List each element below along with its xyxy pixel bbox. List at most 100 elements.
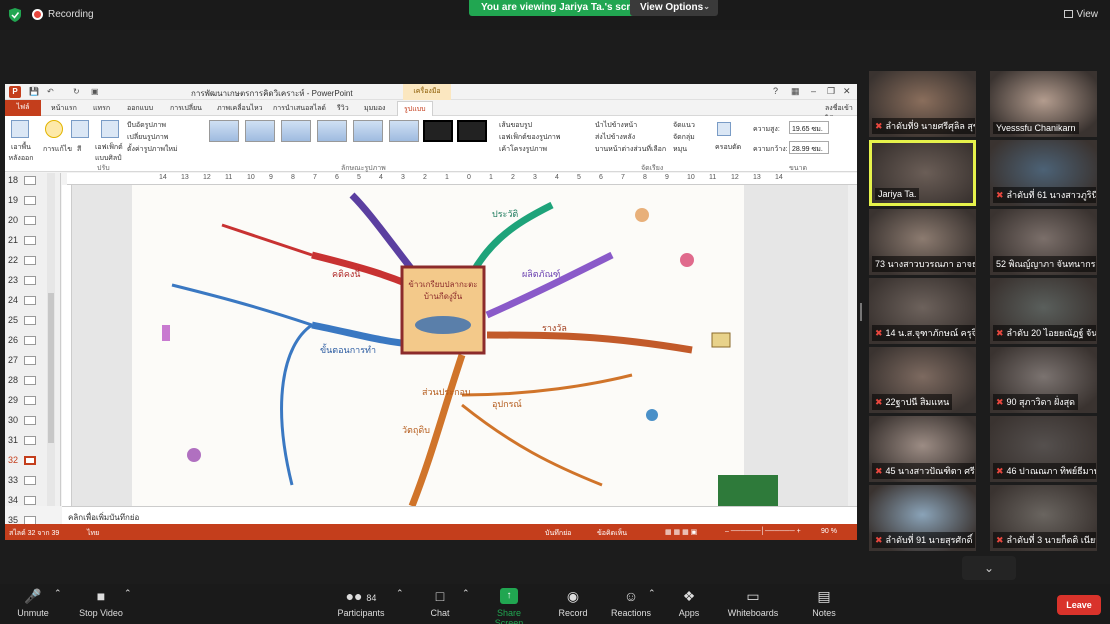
video-options-caret[interactable]: ⌃ xyxy=(124,588,132,599)
participant-tile[interactable]: ✖46 ปาณณภา ทิพย์ธีมาน... xyxy=(990,416,1097,482)
picture-style-1[interactable] xyxy=(209,120,239,142)
unmute-button[interactable]: 🎤 Unmute xyxy=(14,588,52,618)
compress-pictures[interactable]: บีบอัดรูปภาพ xyxy=(127,120,166,131)
tab-insert[interactable]: แทรก xyxy=(93,103,110,114)
participant-tile[interactable]: 73 นางสาวบวรณภา อาจธรรม xyxy=(869,209,976,275)
tab-view[interactable]: มุมมอง xyxy=(364,103,385,114)
participant-tile[interactable]: 52 พิณญ์ญาภา จันทนากรณ์ xyxy=(990,209,1097,275)
notes-button[interactable]: ▤ Notes xyxy=(810,588,838,618)
ribbon-display-icon[interactable]: ▦ xyxy=(791,86,800,97)
width-field[interactable]: 28.99 ซม. xyxy=(789,141,829,154)
picture-style-6[interactable] xyxy=(389,120,419,142)
corrections-label[interactable]: การแก้ไข xyxy=(43,144,72,155)
language-indicator[interactable]: ไทย xyxy=(87,528,99,539)
participants-options-caret[interactable]: ⌃ xyxy=(396,588,404,599)
picture-layout[interactable]: เค้าโครงรูปภาพ xyxy=(499,144,547,155)
undo-icon[interactable]: ↶ xyxy=(47,87,54,96)
stop-video-button[interactable]: ■ Stop Video xyxy=(76,588,126,618)
picture-style-5[interactable] xyxy=(353,120,383,142)
audio-options-caret[interactable]: ⌃ xyxy=(54,588,62,599)
panel-splitter-handle[interactable] xyxy=(860,303,862,321)
crop-label[interactable]: ครอบตัด xyxy=(715,142,741,153)
artistic-effects-label[interactable]: เอฟเฟ็กต์แบบศิลป์ xyxy=(95,142,125,164)
tab-animations[interactable]: ภาพเคลื่อนไหว xyxy=(217,103,263,114)
picture-border[interactable]: เส้นขอบรูป xyxy=(499,120,532,131)
change-picture[interactable]: เปลี่ยนรูปภาพ xyxy=(127,132,168,143)
picture-style-8[interactable] xyxy=(457,120,487,142)
view-options-button[interactable]: View Options ⌄ xyxy=(630,0,718,16)
close-icon[interactable]: ✕ xyxy=(843,86,851,97)
tab-home[interactable]: หน้าแรก xyxy=(51,103,77,114)
remove-background-label[interactable]: เอาพื้นหลังออก xyxy=(7,142,35,164)
redo-icon[interactable]: ↻ xyxy=(73,87,80,96)
mindmap-image[interactable]: ข้าวเกรียบปลากะตะ บ้านกีดงูงึ่น ประวัติ … xyxy=(132,185,744,506)
participant-tile[interactable]: ✖ลำดับ 20 ไอยยณัฏฐ์ จันท... xyxy=(990,278,1097,344)
tab-transitions[interactable]: การเปลี่ยน xyxy=(170,103,202,114)
chat-options-caret[interactable]: ⌃ xyxy=(462,588,470,599)
notes-pane[interactable]: คลิกเพื่อเพิ่มบันทึกย่อ xyxy=(62,506,857,524)
participant-tile[interactable]: ✖ 22ฐาปนี สิมแหน xyxy=(869,347,976,413)
leave-button[interactable]: Leave xyxy=(1057,595,1101,615)
picture-style-7[interactable] xyxy=(423,120,453,142)
slide-number: 23 xyxy=(8,275,19,285)
align[interactable]: จัดแนว xyxy=(673,120,695,131)
zoom-slider[interactable]: – ──────│────── + xyxy=(725,528,801,535)
thumbnail-scrollbar[interactable] xyxy=(47,173,55,506)
participant-tile[interactable]: Jariya Ta. xyxy=(869,140,976,206)
participant-tile[interactable]: ✖ 14 น.ส.จุฑาภักษณ์ ครุจิต xyxy=(869,278,976,344)
restore-icon[interactable]: ❐ xyxy=(827,86,835,97)
rotate[interactable]: หมุน xyxy=(673,144,687,155)
reset-picture[interactable]: ตั้งค่ารูปภาพใหม่ xyxy=(127,144,178,155)
selection-pane[interactable]: บานหน้าต่างส่วนที่เลือก xyxy=(595,144,666,155)
picture-effects[interactable]: เอฟเฟ็กต์ของรูปภาพ xyxy=(499,132,560,143)
share-screen-button[interactable]: ↑ Share Screen xyxy=(482,588,536,624)
view-button[interactable]: View xyxy=(1063,9,1098,20)
participant-tile[interactable]: Yvesssfu Chanikarn xyxy=(990,71,1097,137)
zoom-level[interactable]: 90 % xyxy=(821,528,837,535)
whiteboards-button[interactable]: ▭ Whiteboards xyxy=(726,588,780,618)
tab-file[interactable]: ไฟล์ xyxy=(5,100,41,116)
record-button[interactable]: ◉ Record xyxy=(556,588,590,618)
participant-tile[interactable]: ✖ลำดับที่9 นายศรีศุลิล สุขส... xyxy=(869,71,976,137)
reactions-options-caret[interactable]: ⌃ xyxy=(648,588,656,599)
slide-scrollbar[interactable] xyxy=(848,185,857,506)
picture-style-2[interactable] xyxy=(245,120,275,142)
tab-review[interactable]: รีวิว xyxy=(337,103,349,114)
color-label[interactable]: สี xyxy=(77,144,81,155)
shield-icon[interactable] xyxy=(9,8,21,22)
participant-tile[interactable]: ✖45 นางสาวปัณฑิตา ศรีน... xyxy=(869,416,976,482)
help-icon[interactable]: ? xyxy=(773,86,778,96)
save-icon[interactable]: 💾 xyxy=(29,87,39,96)
tab-slideshow[interactable]: การนำเสนอสไลด์ xyxy=(273,103,326,114)
picture-style-4[interactable] xyxy=(317,120,347,142)
normal-view-icon[interactable]: ▦ ▦ ▦ ▣ xyxy=(665,528,697,536)
participant-tile[interactable]: ✖ลำดับที่ 61 นางสาวภูรินี จันทิ... xyxy=(990,140,1097,206)
gallery-scroll-down-button[interactable]: ⌄ xyxy=(962,556,1016,580)
color-icon[interactable] xyxy=(71,120,89,138)
send-backward[interactable]: ส่งไปข้างหลัง xyxy=(595,132,635,143)
video-camera-icon: ■ xyxy=(96,588,106,604)
crop-icon[interactable] xyxy=(717,122,731,136)
slideshow-icon[interactable]: ▣ xyxy=(91,87,99,96)
group[interactable]: จัดกลุ่ม xyxy=(673,132,695,143)
apps-button[interactable]: ❖ Apps xyxy=(676,588,702,618)
participants-button[interactable]: ●● 84 Participants xyxy=(334,588,388,618)
corrections-icon[interactable] xyxy=(45,120,63,138)
chat-button[interactable]: □ Chat xyxy=(428,588,452,618)
slide-canvas[interactable]: ข้าวเกรียบปลากะตะ บ้านกีดงูงึ่น ประวัติ … xyxy=(132,185,744,506)
comments-toggle[interactable]: ข้อคิดเห็น xyxy=(597,528,627,539)
reactions-button[interactable]: ☺ Reactions xyxy=(610,588,652,618)
participant-tile[interactable]: ✖ 90 สุภาวิดา ฝั่งสุด xyxy=(990,347,1097,413)
bring-forward[interactable]: นำไปข้างหน้า xyxy=(595,120,637,131)
tab-design[interactable]: ออกแบบ xyxy=(127,103,153,114)
remove-background-icon[interactable] xyxy=(11,120,29,138)
height-field[interactable]: 19.65 ซม. xyxy=(789,121,829,134)
participant-tile[interactable]: ✖ลำดับที่ 91 นายสุรศักดิ์ แข่... xyxy=(869,485,976,551)
minimize-icon[interactable]: – xyxy=(811,86,816,96)
artistic-effects-icon[interactable] xyxy=(101,120,119,138)
tab-format[interactable]: รูปแบบ xyxy=(397,101,433,117)
microphone-muted-icon: ✖ xyxy=(996,397,1004,407)
notes-toggle[interactable]: บันทึกย่อ xyxy=(545,528,571,539)
picture-style-3[interactable] xyxy=(281,120,311,142)
participant-tile[interactable]: ✖ลำดับที่ 3 นายก็ตติ เนียมห... xyxy=(990,485,1097,551)
